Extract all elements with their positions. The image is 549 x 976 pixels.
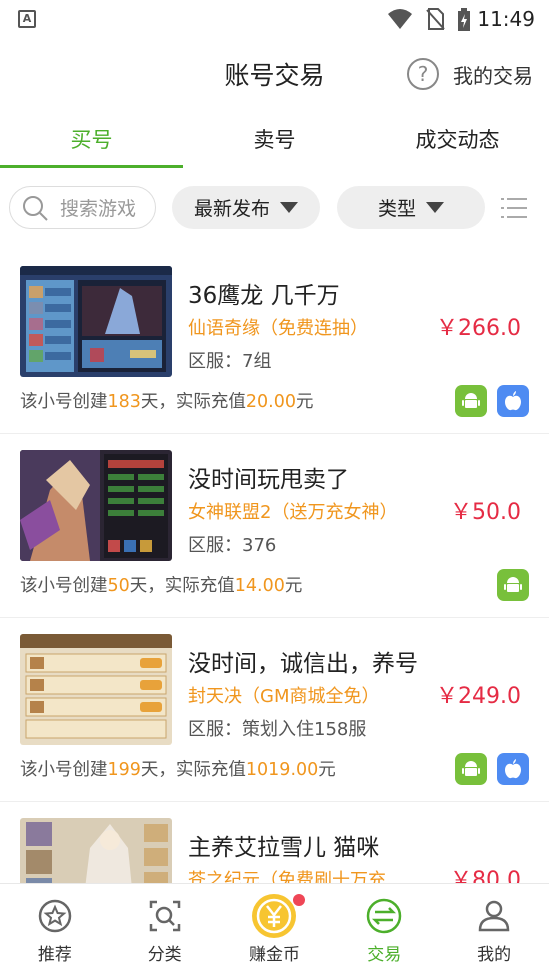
listing-title: 没时间，诚信出，养号 [188,651,418,677]
platform-badges [445,753,529,785]
list-item[interactable]: 没时间玩甩卖了 女神联盟2（送万充女神） 区服：376 ￥50.0 该小号创建5… [0,434,549,618]
tab-sell[interactable]: 卖号 [183,115,366,167]
battery-charging-icon [458,8,470,31]
wifi-icon [388,9,412,29]
nav-label: 推荐 [37,945,72,965]
my-trade-button[interactable]: ? 我的交易 [407,58,533,90]
android-icon [497,569,529,601]
user-icon [478,900,510,932]
nav-label: 交易 [367,945,402,965]
chevron-down-icon [426,202,444,213]
listing-meta: 该小号创建199天，实际充值1019.00元 [20,760,336,780]
apple-icon [497,753,529,785]
nav-trade[interactable]: 交易 [329,884,439,976]
apple-icon [497,385,529,417]
listing-title: 36鹰龙 几千万 [188,283,340,309]
listing-title: 主养艾拉雪儿 猫咪 [188,835,380,861]
nav-earn-coins[interactable]: 赚金币 [220,884,330,976]
nav-label: 赚金币 [248,945,300,965]
exchange-icon [367,898,402,934]
list-view-icon[interactable] [501,195,527,221]
nav-recommend[interactable]: 推荐 [0,884,110,976]
sort-label: 最新发布 [193,198,270,220]
filter-bar: 搜索游戏 最新发布 类型 [0,186,549,230]
app-notification-icon: A [18,10,36,28]
search-input[interactable]: 搜索游戏 [9,186,156,229]
no-sim-icon [426,8,445,30]
status-bar: A 11:49 [0,0,549,40]
tab-buy[interactable]: 买号 [0,115,183,168]
android-icon [455,385,487,417]
listing-server: 区服：376 [188,535,277,556]
listing-game: 仙语奇缘（免费连抽） [188,318,368,339]
my-trade-label: 我的交易 [453,63,533,88]
list-item[interactable]: 没时间，诚信出，养号 封天决（GM商城全免） 区服：策划入住158服 ￥249.… [0,618,549,802]
nav-category[interactable]: 分类 [110,884,220,976]
listing-title: 没时间玩甩卖了 [188,467,349,493]
listing-game: 封天决（GM商城全免） [188,686,380,707]
account-listing: 36鹰龙 几千万 仙语奇缘（免费连抽） 区服：7组 ￥266.0 该小号创建18… [0,250,549,976]
listing-meta: 该小号创建50天，实际充值14.00元 [20,576,303,596]
status-time: 11:49 [477,7,535,31]
chevron-down-icon [280,202,298,213]
star-circle-icon [38,899,72,933]
listing-price: ￥249.0 [436,684,521,709]
recharge-amount: 14.00 [234,576,285,596]
sort-dropdown[interactable]: 最新发布 [172,186,320,229]
type-dropdown[interactable]: 类型 [337,186,485,229]
android-icon [455,753,487,785]
game-screenshot-thumbnail [20,450,172,561]
tab-deal-feed[interactable]: 成交动态 [366,115,549,167]
tab-bar: 买号 卖号 成交动态 [0,115,549,168]
account-age-days: 50 [107,576,130,596]
listing-price: ￥50.0 [450,500,521,525]
help-icon[interactable]: ? [407,58,439,90]
type-label: 类型 [377,198,416,220]
listing-server: 区服：策划入住158服 [188,719,367,740]
search-square-icon [149,900,180,932]
list-item[interactable]: 36鹰龙 几千万 仙语奇缘（免费连抽） 区服：7组 ￥266.0 该小号创建18… [0,250,549,434]
listing-price: ￥266.0 [436,316,521,341]
game-screenshot-thumbnail [20,266,172,377]
search-icon [23,195,48,221]
listing-meta: 该小号创建183天，实际充值20.00元 [20,392,314,412]
bottom-navigation: 推荐 分类 赚金币 交易 我的 [0,883,549,976]
account-age-days: 199 [107,760,141,780]
search-placeholder: 搜索游戏 [60,198,137,220]
nav-label: 我的 [477,945,512,965]
account-age-days: 183 [107,392,141,412]
nav-mine[interactable]: 我的 [439,884,549,976]
recharge-amount: 1019.00 [245,760,319,780]
game-screenshot-thumbnail [20,634,172,745]
listing-server: 区服：7组 [188,351,272,372]
platform-badges [445,385,529,417]
listing-game: 女神联盟2（送万充女神） [188,502,398,523]
page-header: 账号交易 ? 我的交易 [0,40,549,110]
notification-dot [293,894,306,906]
platform-badges [487,569,529,601]
recharge-amount: 20.00 [245,392,297,412]
nav-label: 分类 [147,945,182,965]
coin-yen-icon [252,894,297,938]
